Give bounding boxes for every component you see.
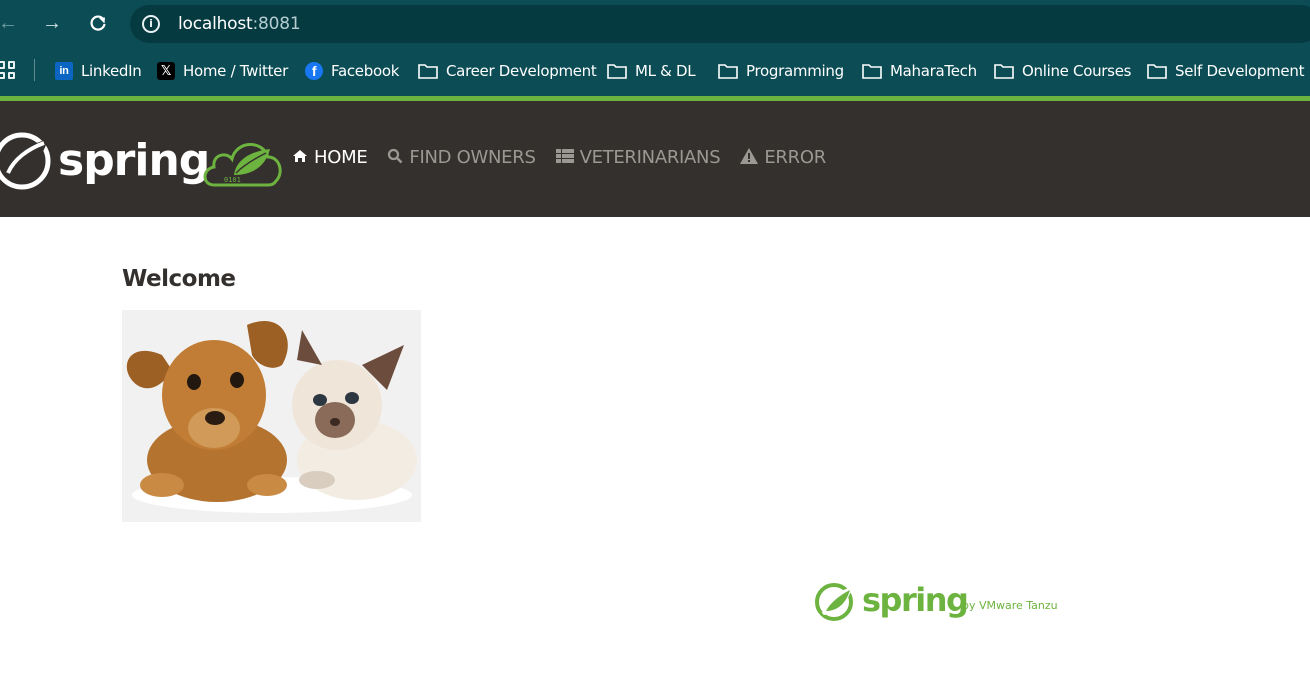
cloud-leaf-icon: 0101 (203, 143, 282, 187)
nav-error-label: ERROR (764, 147, 826, 168)
bookmark-label: MaharaTech (890, 62, 977, 80)
url-host: localhost (178, 14, 253, 34)
url-text[interactable]: localhost:8081 (178, 14, 301, 34)
warning-icon (740, 147, 759, 168)
bookmark-folder-online-courses[interactable]: Online Courses (994, 60, 1131, 82)
back-arrow-icon[interactable]: ← (0, 11, 20, 35)
footer-byline: by VMware Tanzu (962, 599, 1058, 612)
nav-home-label: HOME (314, 147, 368, 168)
x-icon: 𝕏 (157, 62, 175, 80)
site-navbar: spring 0101 HOME FIND OWNERS VETERINARIA… (0, 101, 1310, 217)
site-info-icon[interactable]: i (142, 15, 160, 33)
bookmark-label: Career Development (446, 62, 597, 80)
nav-find-owners-label: FIND OWNERS (409, 147, 536, 168)
forward-arrow-icon[interactable]: → (40, 11, 64, 35)
bookmark-label: Home / Twitter (183, 62, 288, 80)
folder-icon (862, 63, 882, 79)
pets-image (122, 310, 421, 522)
bookmarks-divider (34, 59, 35, 81)
bookmark-folder-self-development[interactable]: Self Development (1147, 60, 1304, 82)
home-icon (292, 148, 308, 167)
page-title: Welcome (122, 266, 236, 292)
bookmark-label: LinkedIn (81, 62, 142, 80)
linkedin-icon: in (55, 62, 73, 80)
main-menu: HOME FIND OWNERS VETERINARIANS ERROR (292, 147, 826, 168)
nav-veterinarians-label: VETERINARIANS (579, 147, 721, 168)
bookmark-label: Programming (746, 62, 844, 80)
facebook-icon: f (305, 62, 323, 80)
bookmark-facebook[interactable]: f Facebook (305, 60, 399, 82)
list-icon (555, 148, 574, 167)
search-icon (387, 148, 403, 168)
bookmarks-bar: in LinkedIn 𝕏 Home / Twitter f Facebook … (0, 48, 1310, 96)
folder-icon (607, 63, 627, 79)
bookmark-label: Self Development (1175, 62, 1305, 80)
bookmark-folder-programming[interactable]: Programming (718, 60, 844, 82)
bookmark-folder-ml[interactable]: ML & DL (607, 60, 696, 82)
spring-vmware-tanzu-logo: spring by VMware Tanzu (814, 580, 1074, 624)
apps-grid-icon[interactable] (0, 61, 16, 79)
nav-veterinarians[interactable]: VETERINARIANS (555, 147, 721, 168)
spring-leaf-icon (815, 583, 853, 621)
bookmark-label: ML & DL (635, 62, 696, 80)
nav-find-owners[interactable]: FIND OWNERS (387, 147, 536, 168)
spring-leaf-icon (0, 132, 51, 190)
folder-icon (1147, 63, 1167, 79)
reload-icon[interactable] (86, 11, 110, 35)
folder-icon (994, 63, 1014, 79)
bookmark-label: Facebook (331, 62, 400, 80)
logo-text: spring (58, 135, 210, 186)
bookmark-folder-maharatech[interactable]: MaharaTech (862, 60, 977, 82)
browser-toolbar: ← → i localhost:8081 (0, 0, 1310, 48)
footer-brand: spring (862, 581, 969, 619)
svg-text:0101: 0101 (224, 176, 241, 184)
bookmark-linkedin[interactable]: in LinkedIn (55, 60, 142, 82)
url-port: :8081 (252, 14, 301, 34)
nav-home[interactable]: HOME (292, 147, 368, 168)
address-bar[interactable]: i localhost:8081 (130, 5, 1310, 43)
nav-error[interactable]: ERROR (740, 147, 826, 168)
folder-icon (418, 63, 438, 79)
folder-icon (718, 63, 738, 79)
bookmark-twitter[interactable]: 𝕏 Home / Twitter (157, 60, 288, 82)
bookmark-folder-career[interactable]: Career Development (418, 60, 597, 82)
bookmark-label: Online Courses (1022, 62, 1132, 80)
